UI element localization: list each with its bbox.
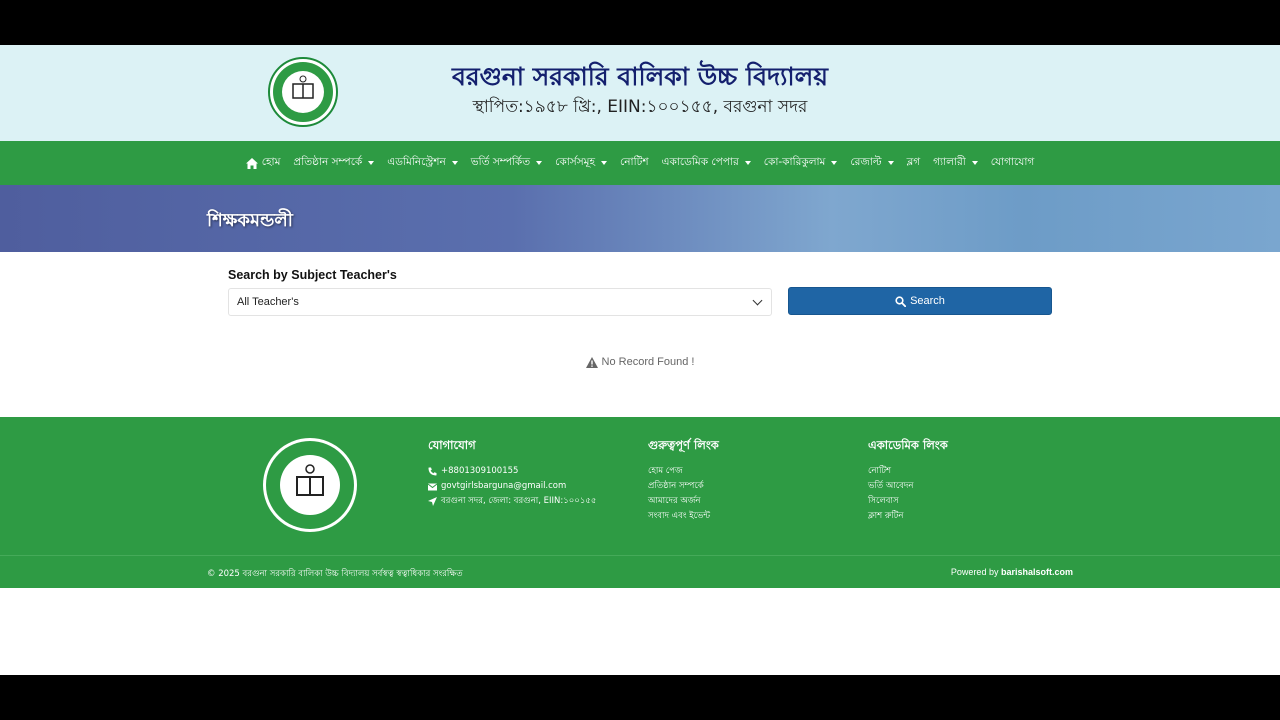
powered-by: Powered by barishalsoft.com [951, 567, 1073, 577]
nav-item-label: কোর্সসমূহ [555, 155, 596, 168]
powered-by-prefix: Powered by [950, 567, 999, 577]
copyright-text: © 2025 বরগুনা সরকারি বালিকা উচ্চ বিদ্যাল… [207, 569, 463, 579]
caret-down-icon [601, 161, 608, 165]
nav-item-label: এডমিনিস্ট্রেশন [387, 155, 446, 168]
footer-link-news-events[interactable]: সংবাদ এবং ইভেন্ট [648, 509, 719, 524]
footer-link-achievements[interactable]: আমাদের অর্জন [648, 494, 719, 509]
caret-down-icon [887, 161, 894, 165]
footer-academic-heading: একাডেমিক লিংক [868, 438, 948, 452]
caret-down-icon [971, 161, 978, 165]
nav-item-co-curriculum[interactable]: কো-কারিকুলাম [764, 155, 838, 172]
nav-item-label: গ্যালারী [933, 155, 966, 168]
page-banner: শিক্ষকমন্ডলী [0, 185, 1280, 252]
caret-down-icon [368, 161, 375, 165]
envelope-icon [428, 483, 437, 490]
footer-phone[interactable]: +8801309100155 [428, 464, 596, 479]
nav-item-notice[interactable]: নোটিশ [620, 155, 649, 172]
nav-item-blog[interactable]: ব্লগ [907, 155, 921, 172]
nav-item-label: ব্লগ [906, 155, 921, 168]
nav-item-label: নোটিশ [620, 155, 649, 168]
footer-link-admission-apply[interactable]: ভর্তি আবেদন [868, 479, 948, 494]
nav-item-label: কো-কারিকুলাম [763, 155, 826, 168]
nav-item-label: হোম [261, 155, 281, 168]
no-record-text: No Record Found ! [601, 356, 695, 368]
no-record-message: No Record Found ! [0, 356, 1280, 368]
phone-icon [428, 467, 437, 476]
footer-school-logo [263, 438, 357, 532]
footer-address: বরগুনা সদর, জেলা: বরগুনা, EIIN:১০০১৫৫ [428, 494, 596, 509]
footer-link-syllabus[interactable]: সিলেবাস [868, 494, 948, 509]
search-button[interactable]: Search [788, 287, 1052, 315]
caret-down-icon [744, 161, 751, 165]
location-arrow-icon [428, 497, 437, 506]
footer-important-heading: গুরুত্বপূর্ণ লিংক [648, 438, 719, 452]
nav-item-administration[interactable]: এডমিনিস্ট্রেশন [387, 155, 458, 172]
warning-icon [585, 356, 598, 368]
copyright-bar: © 2025 বরগুনা সরকারি বালিকা উচ্চ বিদ্যাল… [0, 555, 1280, 588]
nav-item-label: একাডেমিক পেপার [661, 155, 739, 168]
nav-item-contact[interactable]: যোগাযোগ [991, 155, 1034, 172]
site-footer: যোগাযোগ +8801309100155 govtgirlsbarguna@… [0, 417, 1280, 555]
footer-email-text: govtgirlsbarguna@gmail.com [441, 481, 567, 491]
nav-item-home[interactable]: হোম [245, 155, 281, 172]
chevron-down-icon [752, 295, 763, 306]
footer-link-home[interactable]: হোম পেজ [648, 464, 719, 479]
teacher-search-section: Search by Subject Teacher's All Teacher'… [0, 252, 1280, 417]
search-icon [895, 295, 907, 307]
nav-item-admission[interactable]: ভর্তি সম্পর্কিত [470, 155, 543, 172]
footer-phone-text: +8801309100155 [441, 466, 519, 476]
nav-item-academic-paper[interactable]: একাডেমিক পেপার [662, 155, 751, 172]
search-button-label: Search [910, 295, 945, 307]
site-header: বরগুনা সরকারি বালিকা উচ্চ বিদ্যালয় স্থা… [0, 45, 1280, 141]
page-title: শিক্ষকমন্ডলী [207, 210, 293, 231]
select-value: All Teacher's [237, 296, 299, 308]
footer-link-class-routine[interactable]: ক্লাশ রুটিন [868, 509, 948, 524]
caret-down-icon [831, 161, 838, 165]
subject-teacher-select[interactable]: All Teacher's [228, 288, 772, 316]
caret-down-icon [451, 161, 458, 165]
search-label: Search by Subject Teacher's [228, 268, 397, 282]
nav-item-result[interactable]: রেজাল্ট [850, 155, 894, 172]
home-icon [245, 157, 258, 169]
school-logo[interactable] [268, 57, 338, 127]
footer-link-notice[interactable]: নোটিশ [868, 464, 948, 479]
school-subtitle: স্থাপিত:১৯৫৮ খ্রি:, EIIN:১০০১৫৫, বরগুনা … [472, 97, 808, 117]
nav-item-label: যোগাযোগ [990, 155, 1035, 168]
footer-important-links: গুরুত্বপূর্ণ লিংক হোম পেজ প্রতিষ্ঠান সম্… [648, 437, 719, 524]
nav-item-label: প্রতিষ্ঠান সম্পর্কে [293, 155, 363, 168]
nav-item-label: রেজাল্ট [850, 155, 882, 168]
footer-contact-heading: যোগাযোগ [428, 438, 476, 452]
footer-academic-links: একাডেমিক লিংক নোটিশ ভর্তি আবেদন সিলেবাস … [868, 437, 948, 524]
footer-link-about[interactable]: প্রতিষ্ঠান সম্পর্কে [648, 479, 719, 494]
footer-email[interactable]: govtgirlsbarguna@gmail.com [428, 479, 596, 494]
caret-down-icon [536, 161, 543, 165]
browser-page: বরগুনা সরকারি বালিকা উচ্চ বিদ্যালয় স্থা… [0, 45, 1280, 675]
nav-item-gallery[interactable]: গ্যালারী [933, 155, 978, 172]
main-nav: হোম প্রতিষ্ঠান সম্পর্কে এডমিনিস্ট্রেশন ভ… [0, 141, 1280, 185]
footer-address-text: বরগুনা সদর, জেলা: বরগুনা, EIIN:১০০১৫৫ [441, 496, 597, 506]
powered-by-link[interactable]: barishalsoft.com [1001, 567, 1073, 577]
nav-item-about[interactable]: প্রতিষ্ঠান সম্পর্কে [293, 155, 375, 172]
nav-item-label: ভর্তি সম্পর্কিত [470, 155, 531, 168]
nav-item-courses[interactable]: কোর্সসমূহ [555, 155, 608, 172]
footer-contact: যোগাযোগ +8801309100155 govtgirlsbarguna@… [428, 437, 596, 509]
